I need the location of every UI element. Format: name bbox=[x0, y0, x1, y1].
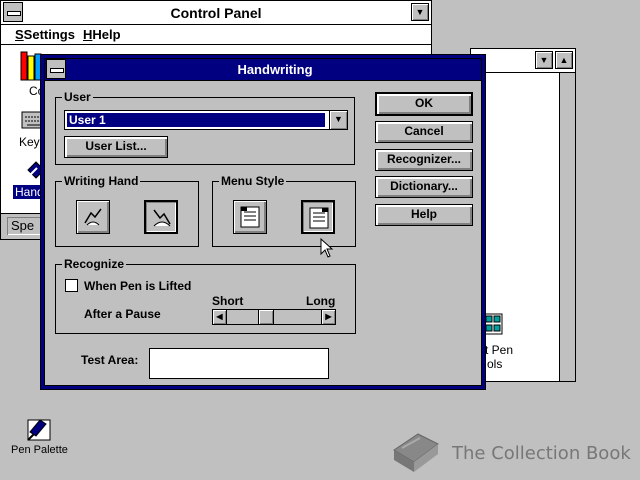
user-select[interactable]: User 1 ▼ bbox=[64, 110, 348, 130]
writing-hand-group: Writing Hand bbox=[55, 174, 199, 247]
menu-style-group: Menu Style bbox=[212, 174, 356, 247]
user-group-legend: User bbox=[62, 90, 93, 104]
pen-tools-label-2: ols bbox=[487, 357, 503, 371]
handwriting-dialog-frame: Handwriting User User 1 ▼ User List... W… bbox=[44, 58, 482, 386]
dialog-title: Handwriting bbox=[237, 62, 313, 77]
menu-style-left-button[interactable] bbox=[233, 200, 267, 234]
after-pause-label: After a Pause bbox=[84, 307, 161, 321]
pen-palette-icon[interactable] bbox=[24, 414, 56, 444]
control-panel-menubar: SSettings HHelp bbox=[1, 25, 431, 45]
cancel-button[interactable]: Cancel bbox=[375, 121, 473, 143]
menu-left-icon bbox=[240, 206, 260, 228]
menu-help-label: Help bbox=[92, 27, 121, 42]
slider-left-arrow-icon[interactable]: ◀ bbox=[213, 310, 227, 324]
handwriting-dialog[interactable]: Handwriting User User 1 ▼ User List... W… bbox=[40, 54, 486, 390]
watermark-text: The Collection Book bbox=[452, 443, 631, 464]
menu-settings-label: Settings bbox=[23, 27, 75, 42]
book-logo-icon bbox=[393, 433, 439, 472]
minimize-button[interactable]: ▼ bbox=[411, 3, 429, 21]
dropdown-arrow-icon[interactable]: ▼ bbox=[329, 111, 347, 129]
pause-slider[interactable]: ◀ ▶ bbox=[212, 309, 336, 325]
slider-right-arrow-icon[interactable]: ▶ bbox=[321, 310, 335, 324]
pen-tools-minimize-button[interactable]: ▼ bbox=[535, 51, 553, 69]
pen-tools-icon[interactable] bbox=[483, 313, 503, 335]
menu-style-legend: Menu Style bbox=[219, 174, 287, 188]
right-hand-button[interactable] bbox=[144, 200, 178, 234]
handwriting-titlebar[interactable]: Handwriting bbox=[45, 59, 481, 81]
menu-style-right-button[interactable] bbox=[301, 200, 335, 234]
user-group: User User 1 ▼ User List... bbox=[55, 90, 355, 165]
left-hand-icon bbox=[84, 208, 102, 226]
recognizer-button[interactable]: Recognizer... bbox=[375, 149, 473, 171]
slider-min-label: Short bbox=[212, 294, 244, 308]
pen-palette-label[interactable]: Pen Palette bbox=[11, 444, 68, 456]
control-panel-title: Control Panel bbox=[170, 5, 262, 21]
menu-settings[interactable]: SSettings bbox=[15, 27, 75, 42]
ok-button[interactable]: OK bbox=[375, 92, 473, 116]
menu-right-icon bbox=[309, 207, 329, 229]
slider-thumb[interactable] bbox=[258, 310, 275, 324]
test-area-input[interactable] bbox=[149, 348, 329, 379]
user-list-button[interactable]: User List... bbox=[64, 136, 168, 158]
handwriting-dialog-body: User User 1 ▼ User List... Writing Hand bbox=[45, 82, 481, 385]
recognize-group: Recognize When Pen is Lifted After a Pau… bbox=[55, 257, 356, 334]
pen-tools-scrollbar[interactable] bbox=[559, 73, 575, 381]
writing-hand-legend: Writing Hand bbox=[62, 174, 141, 188]
pen-lifted-checkbox[interactable] bbox=[65, 279, 78, 292]
user-select-value: User 1 bbox=[67, 113, 325, 127]
pen-tools-maximize-button[interactable]: ▲ bbox=[555, 51, 573, 69]
system-menu-icon[interactable] bbox=[3, 2, 23, 22]
right-hand-icon bbox=[153, 209, 171, 227]
dictionary-button[interactable]: Dictionary... bbox=[375, 176, 473, 198]
pen-lifted-label[interactable]: When Pen is Lifted bbox=[84, 279, 191, 293]
dialog-system-menu-icon[interactable] bbox=[46, 59, 66, 79]
help-button[interactable]: Help bbox=[375, 204, 473, 226]
slider-max-label: Long bbox=[306, 294, 336, 308]
left-hand-button[interactable] bbox=[76, 200, 110, 234]
mouse-cursor-icon bbox=[320, 238, 334, 258]
pen-tools-titlebar: ▼ ▲ bbox=[471, 49, 575, 73]
recognize-legend: Recognize bbox=[62, 257, 127, 271]
test-area-label: Test Area: bbox=[81, 353, 139, 367]
control-panel-titlebar[interactable]: Control Panel ▼ bbox=[1, 1, 431, 25]
menu-help[interactable]: HHelp bbox=[83, 27, 121, 42]
